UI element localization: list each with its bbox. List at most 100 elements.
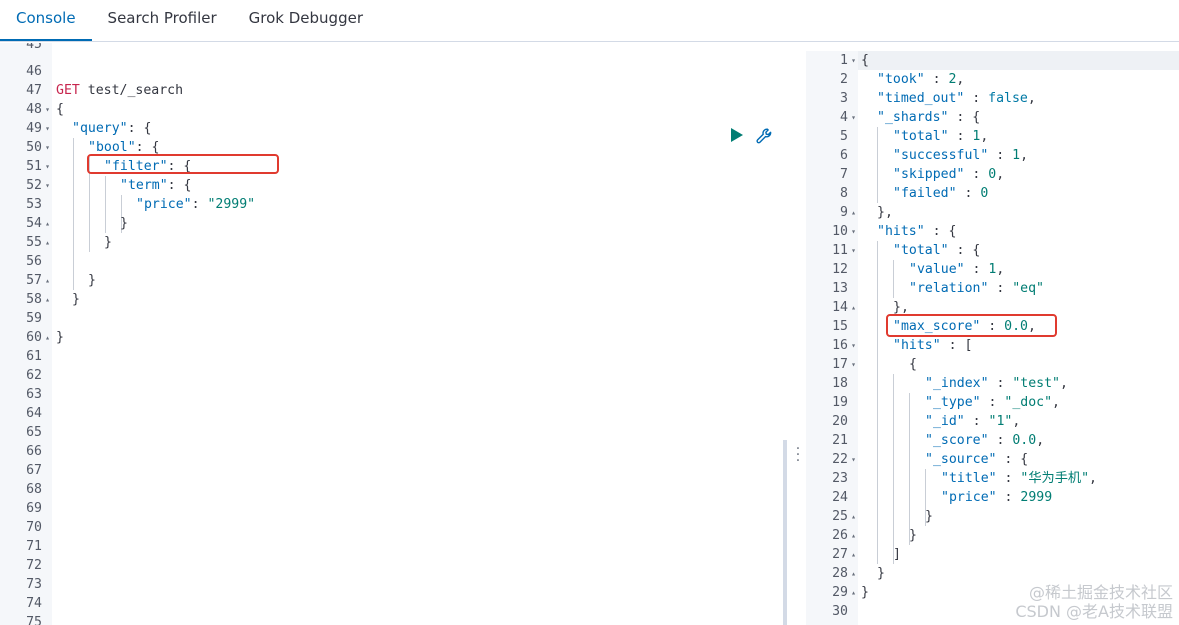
output-line: }: [877, 566, 885, 581]
fold-open-icon[interactable]: ▾: [851, 51, 856, 70]
fold-close-icon[interactable]: ▴: [851, 583, 856, 602]
line-number: 49 ▾: [26, 119, 50, 138]
fold-open-icon[interactable]: ▾: [851, 355, 856, 374]
line-number: 64: [26, 406, 42, 421]
indent-guide: [877, 127, 878, 203]
fold-close-icon[interactable]: ▴: [45, 290, 50, 309]
line-number: 6: [840, 148, 848, 163]
code-line: {: [56, 102, 64, 117]
line-number: 30: [832, 604, 848, 619]
line-number: 70: [26, 520, 42, 535]
line-number: 53: [26, 197, 42, 212]
output-gutter: 1 ▾ 2 3 4 ▾ 5 6 7 8 9 ▴ 10 ▾ 11 ▾ 12 13 14 ▴ 1…: [806, 51, 858, 625]
line-number: 3: [840, 91, 848, 106]
fold-close-icon[interactable]: ▴: [45, 233, 50, 252]
output-line: "failed" : 0: [893, 186, 989, 201]
line-number: 5: [840, 129, 848, 144]
code-line: "query": {: [72, 121, 152, 136]
indent-guide: [105, 176, 106, 233]
indent-guide: [877, 241, 878, 564]
code-line: }: [120, 216, 128, 231]
fold-open-icon[interactable]: ▾: [45, 176, 50, 195]
line-number: 60 ▴: [26, 328, 50, 347]
fold-close-icon[interactable]: ▴: [851, 564, 856, 583]
fold-close-icon[interactable]: ▴: [851, 507, 856, 526]
request-method: GET: [56, 83, 80, 98]
output-line: {: [909, 357, 917, 372]
output-line: }: [925, 509, 933, 524]
output-line: "_source" : {: [925, 452, 1029, 467]
fold-close-icon[interactable]: ▴: [851, 203, 856, 222]
request-path: test/_search: [87, 83, 184, 98]
output-line: "value" : 1,: [909, 262, 1005, 277]
output-line: "price" : 2999: [941, 490, 1053, 505]
output-line: "relation" : "eq": [909, 281, 1044, 296]
line-number: 25 ▴: [832, 507, 856, 526]
response-output: 1 ▾ 2 3 4 ▾ 5 6 7 8 9 ▴ 10 ▾ 11 ▾ 12 13 14 ▴ 1…: [806, 51, 1179, 625]
output-line: "skipped" : 0,: [893, 167, 1005, 182]
fold-close-icon[interactable]: ▴: [851, 545, 856, 564]
output-line: "_score" : 0.0,: [925, 433, 1045, 448]
fold-open-icon[interactable]: ▾: [851, 241, 856, 260]
fold-close-icon[interactable]: ▴: [851, 298, 856, 317]
fold-open-icon[interactable]: ▾: [851, 336, 856, 355]
play-icon[interactable]: [729, 126, 745, 144]
wrench-icon[interactable]: [755, 127, 773, 145]
line-number: 68: [26, 482, 42, 497]
watermark-line: CSDN @老A技术联盟: [1015, 602, 1173, 621]
editor-code[interactable]: GET test/_search { "query": { "bool": { …: [56, 43, 776, 625]
output-line: "timed_out" : false,: [877, 91, 1036, 106]
line-number: 73: [26, 577, 42, 592]
pane-resize-bar[interactable]: [783, 440, 787, 625]
fold-open-icon[interactable]: ▾: [851, 222, 856, 241]
output-line: "_id" : "1",: [925, 414, 1021, 429]
line-number: 50 ▾: [26, 138, 50, 157]
fold-close-icon[interactable]: ▴: [45, 328, 50, 347]
indent-guide: [909, 393, 910, 545]
line-number: 72: [26, 558, 42, 573]
fold-open-icon[interactable]: ▾: [851, 450, 856, 469]
drag-handle-icon[interactable]: · · ·: [794, 442, 802, 468]
fold-open-icon[interactable]: ▾: [45, 138, 50, 157]
line-number: 59: [26, 311, 42, 326]
code-line: "term": {: [120, 178, 192, 193]
line-number: 23: [832, 471, 848, 486]
tab-search-profiler[interactable]: Search Profiler: [92, 0, 233, 41]
line-number: 55 ▴: [26, 233, 50, 252]
output-line: "took" : 2,: [877, 72, 965, 87]
line-number: 2: [840, 72, 848, 87]
fold-open-icon[interactable]: ▾: [851, 108, 856, 127]
fold-open-icon[interactable]: ▾: [45, 100, 50, 119]
line-number: 74: [26, 596, 42, 611]
fold-close-icon[interactable]: ▴: [45, 271, 50, 290]
editor-gutter: 45 46 47 48 ▾ 49 ▾ 50 ▾ 51 ▾ 52 ▾ 53 54 ▴ 55 ▴ …: [0, 43, 52, 625]
line-number: 9 ▴: [840, 203, 856, 222]
output-line: "total" : 1,: [893, 129, 989, 144]
fold-open-icon[interactable]: ▾: [45, 119, 50, 138]
output-line: "_index" : "test",: [925, 376, 1068, 391]
request-line[interactable]: GET test/_search: [56, 81, 183, 100]
tab-grok-debugger[interactable]: Grok Debugger: [233, 0, 379, 41]
line-number: 11 ▾: [832, 241, 856, 260]
line-number: 27 ▴: [832, 545, 856, 564]
line-number: 52 ▾: [26, 176, 50, 195]
code-line: }: [104, 235, 112, 250]
output-line: }: [861, 585, 869, 600]
line-number: 1 ▾: [840, 51, 856, 70]
line-number: 16 ▾: [832, 336, 856, 355]
line-number: 21: [832, 433, 848, 448]
line-number: 66: [26, 444, 42, 459]
highlight-box-max-score: [886, 314, 1057, 337]
fold-close-icon[interactable]: ▴: [45, 214, 50, 233]
request-editor[interactable]: 45 46 47 48 ▾ 49 ▾ 50 ▾ 51 ▾ 52 ▾ 53 54 ▴ 55 ▴ …: [0, 43, 783, 625]
indent-guide: [73, 138, 74, 290]
fold-open-icon[interactable]: ▾: [45, 157, 50, 176]
tab-console[interactable]: Console: [0, 0, 92, 41]
fold-close-icon[interactable]: ▴: [851, 526, 856, 545]
line-number: 63: [26, 387, 42, 402]
indent-guide: [893, 374, 894, 564]
line-number: 13: [832, 281, 848, 296]
line-number: 56: [26, 254, 42, 269]
line-number: 22 ▾: [832, 450, 856, 469]
indent-guide: [893, 260, 894, 298]
